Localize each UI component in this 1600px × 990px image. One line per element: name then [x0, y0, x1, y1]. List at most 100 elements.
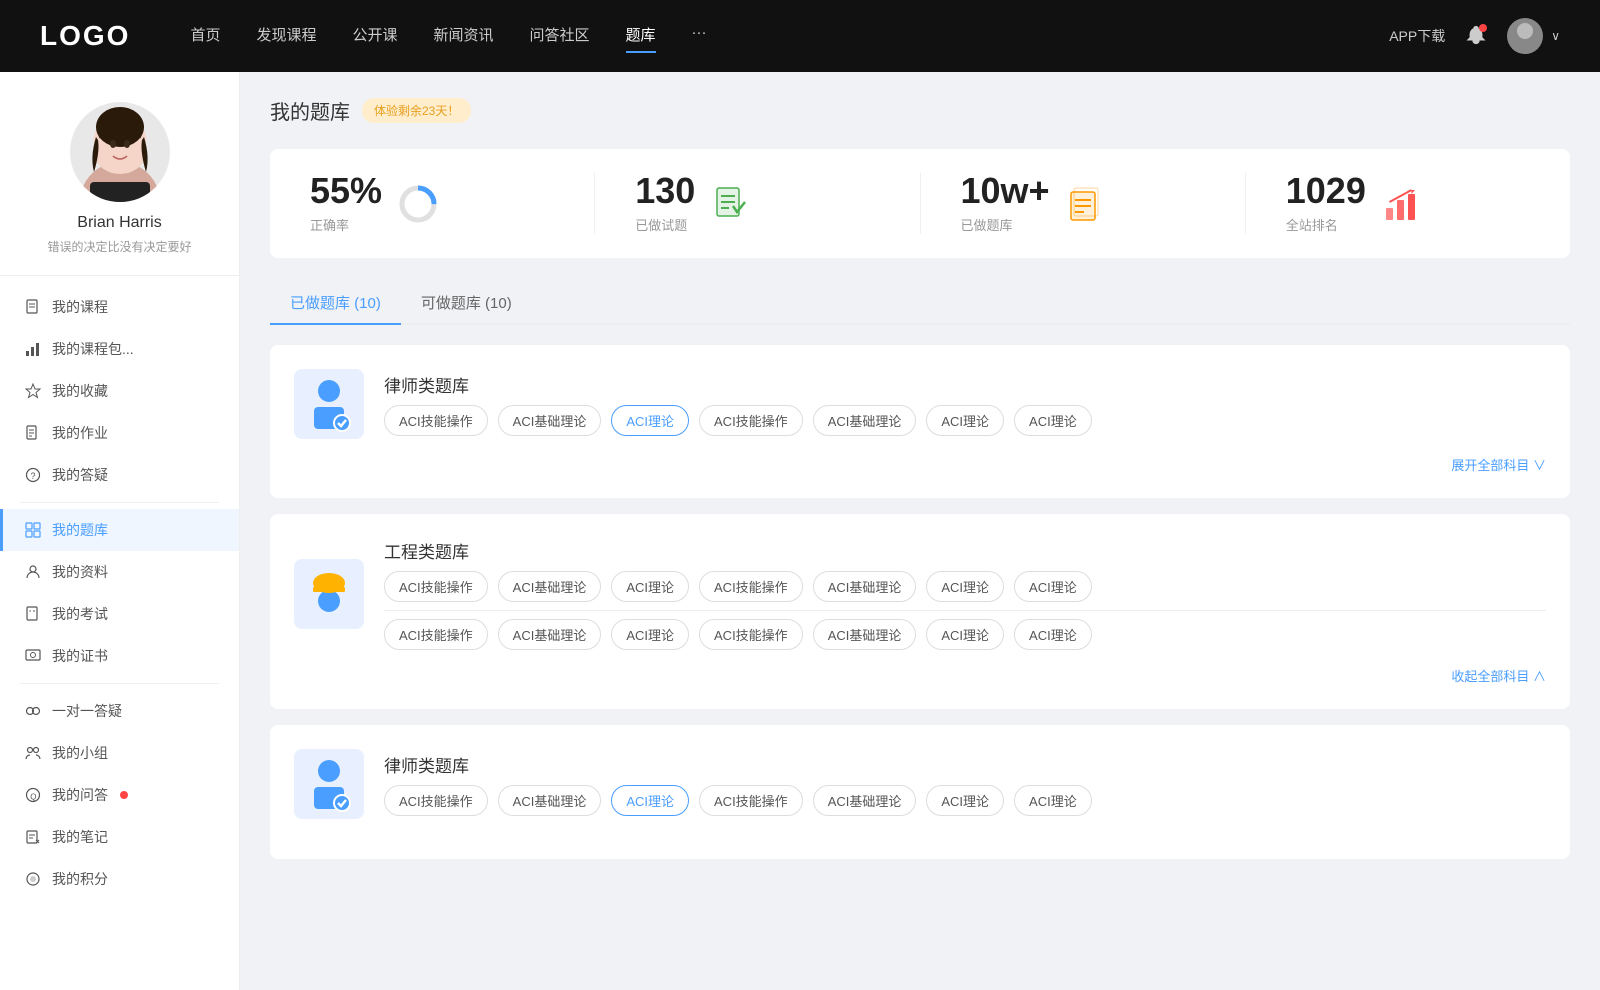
- tag-item[interactable]: ACI理论: [926, 785, 1004, 816]
- tag-item[interactable]: ACI技能操作: [699, 571, 803, 602]
- sidebar-menu: 我的课程 我的课程包... 我的收藏 我的作业 ? 我的答疑 我的题库: [0, 276, 239, 910]
- tag-item[interactable]: ACI理论: [1014, 571, 1092, 602]
- qbank-header-2: 工程类题库 ACI技能操作 ACI基础理论 ACI理论 ACI技能操作 ACI基…: [294, 538, 1546, 650]
- tag-item[interactable]: ACI基础理论: [813, 785, 917, 816]
- tag-item[interactable]: ACI理论: [926, 571, 1004, 602]
- stat-banks-number: 10w+: [961, 173, 1050, 209]
- sidebar-item-label: 一对一答疑: [52, 701, 122, 721]
- sidebar-profile: Brian Harris 错误的决定比没有决定要好: [0, 72, 239, 276]
- tag-item[interactable]: ACI基础理论: [813, 571, 917, 602]
- done-banks-icon: [1066, 184, 1106, 224]
- tag-item[interactable]: ACI技能操作: [384, 405, 488, 436]
- collapse-link-2[interactable]: 收起全部科目 ∧: [294, 666, 1546, 685]
- sidebar-item-label: 我的小组: [52, 743, 108, 763]
- grid-icon: [24, 521, 42, 539]
- profile-avatar: [70, 102, 170, 202]
- tag-item-active[interactable]: ACI理论: [611, 785, 689, 816]
- sidebar-item-my-qa[interactable]: Q 我的问答: [0, 774, 239, 816]
- page-header: 我的题库 体验剩余23天！: [270, 96, 1570, 125]
- sidebar-item-label: 我的作业: [52, 423, 108, 443]
- qbank-avatar-engineer: [294, 559, 364, 629]
- sidebar-item-label: 我的考试: [52, 604, 108, 624]
- tag-item-active[interactable]: ACI理论: [611, 405, 689, 436]
- tag-item[interactable]: ACI理论: [1014, 785, 1092, 816]
- nav-more[interactable]: ···: [692, 24, 707, 49]
- person-icon: [24, 563, 42, 581]
- star-icon: [24, 382, 42, 400]
- bar-icon: [24, 340, 42, 358]
- file-icon: [24, 298, 42, 316]
- tag-item[interactable]: ACI基础理论: [813, 405, 917, 436]
- sidebar-item-label: 我的课程包...: [52, 339, 134, 359]
- nav-news[interactable]: 新闻资讯: [434, 24, 494, 49]
- tag-item[interactable]: ACI技能操作: [384, 785, 488, 816]
- tab-available-banks[interactable]: 可做题库 (10): [401, 282, 532, 325]
- tab-done-banks[interactable]: 已做题库 (10): [270, 282, 401, 325]
- avatar: [1507, 18, 1543, 54]
- tag-item[interactable]: ACI基础理论: [498, 619, 602, 650]
- tabs: 已做题库 (10) 可做题库 (10): [270, 282, 1570, 325]
- tag-item[interactable]: ACI理论: [611, 571, 689, 602]
- trial-badge: 体验剩余23天！: [362, 98, 471, 123]
- tag-item[interactable]: ACI理论: [1014, 619, 1092, 650]
- stat-ranking-number: 1029: [1286, 173, 1366, 209]
- app-download-link[interactable]: APP下载: [1389, 26, 1445, 46]
- nav-questionbank[interactable]: 题库: [626, 24, 656, 49]
- nav-qa[interactable]: 问答社区: [530, 24, 590, 49]
- sidebar: Brian Harris 错误的决定比没有决定要好 我的课程 我的课程包... …: [0, 72, 240, 990]
- logo: LOGO: [40, 20, 130, 52]
- tag-item[interactable]: ACI理论: [611, 619, 689, 650]
- sidebar-item-points[interactable]: 我的积分: [0, 858, 239, 900]
- qbank-section-lawyer-1: 律师类题库 ACI技能操作 ACI基础理论 ACI理论 ACI技能操作 ACI基…: [270, 345, 1570, 498]
- tag-item[interactable]: ACI理论: [926, 619, 1004, 650]
- tag-item[interactable]: ACI技能操作: [384, 571, 488, 602]
- stat-ranking-label: 全站排名: [1286, 215, 1366, 234]
- notification-bell[interactable]: [1465, 24, 1487, 49]
- menu-divider-1: [20, 502, 219, 503]
- expand-link-1[interactable]: 展开全部科目 ∨: [294, 455, 1546, 474]
- tag-item[interactable]: ACI基础理论: [498, 405, 602, 436]
- sidebar-item-label: 我的证书: [52, 646, 108, 666]
- sidebar-item-label: 我的课程: [52, 297, 108, 317]
- sidebar-item-exam[interactable]: 我的考试: [0, 593, 239, 635]
- sidebar-item-my-answers[interactable]: ? 我的答疑: [0, 454, 239, 496]
- tag-item[interactable]: ACI基础理论: [498, 785, 602, 816]
- tag-item[interactable]: ACI技能操作: [384, 619, 488, 650]
- sidebar-item-label: 我的问答: [52, 785, 108, 805]
- qbank-section-lawyer-2: 律师类题库 ACI技能操作 ACI基础理论 ACI理论 ACI技能操作 ACI基…: [270, 725, 1570, 859]
- sidebar-item-certificate[interactable]: 我的证书: [0, 635, 239, 677]
- nav-discover[interactable]: 发现课程: [256, 24, 316, 49]
- sidebar-item-questionbank[interactable]: 我的题库: [0, 509, 239, 551]
- tag-item[interactable]: ACI技能操作: [699, 619, 803, 650]
- sidebar-item-my-data[interactable]: 我的资料: [0, 551, 239, 593]
- qbank-tags-3: ACI技能操作 ACI基础理论 ACI理论 ACI技能操作 ACI基础理论 AC…: [384, 785, 1092, 816]
- group-icon: [24, 744, 42, 762]
- nav-home[interactable]: 首页: [190, 24, 220, 49]
- user-avatar-area[interactable]: ∨: [1507, 18, 1560, 54]
- stat-accuracy-number: 55%: [310, 173, 382, 209]
- nav-menu: 首页 发现课程 公开课 新闻资讯 问答社区 题库 ···: [190, 24, 1389, 49]
- sidebar-item-homework[interactable]: 我的作业: [0, 412, 239, 454]
- sidebar-item-course-package[interactable]: 我的课程包...: [0, 328, 239, 370]
- qa-notification-dot: [120, 791, 128, 799]
- tag-item[interactable]: ACI技能操作: [699, 405, 803, 436]
- tag-item[interactable]: ACI基础理论: [813, 619, 917, 650]
- accuracy-pie-icon: [398, 184, 438, 224]
- tag-item[interactable]: ACI理论: [1014, 405, 1092, 436]
- stat-done-questions: 130 已做试题: [595, 173, 920, 234]
- nav-opencourse[interactable]: 公开课: [352, 24, 397, 49]
- stat-done-label: 已做试题: [635, 215, 695, 234]
- stat-done-banks: 10w+ 已做题库: [921, 173, 1246, 234]
- sidebar-item-notes[interactable]: 我的笔记: [0, 816, 239, 858]
- sidebar-item-favorites[interactable]: 我的收藏: [0, 370, 239, 412]
- qbank-avatar-lawyer-2: [294, 749, 364, 819]
- tag-item[interactable]: ACI技能操作: [699, 785, 803, 816]
- tag-item[interactable]: ACI理论: [926, 405, 1004, 436]
- stats-row: 55% 正确率 130 已做试题: [270, 149, 1570, 258]
- sidebar-item-label: 我的资料: [52, 562, 108, 582]
- notification-dot: [1479, 24, 1487, 32]
- sidebar-item-my-course[interactable]: 我的课程: [0, 286, 239, 328]
- tag-item[interactable]: ACI基础理论: [498, 571, 602, 602]
- sidebar-item-my-group[interactable]: 我的小组: [0, 732, 239, 774]
- sidebar-item-one-on-one[interactable]: 一对一答疑: [0, 690, 239, 732]
